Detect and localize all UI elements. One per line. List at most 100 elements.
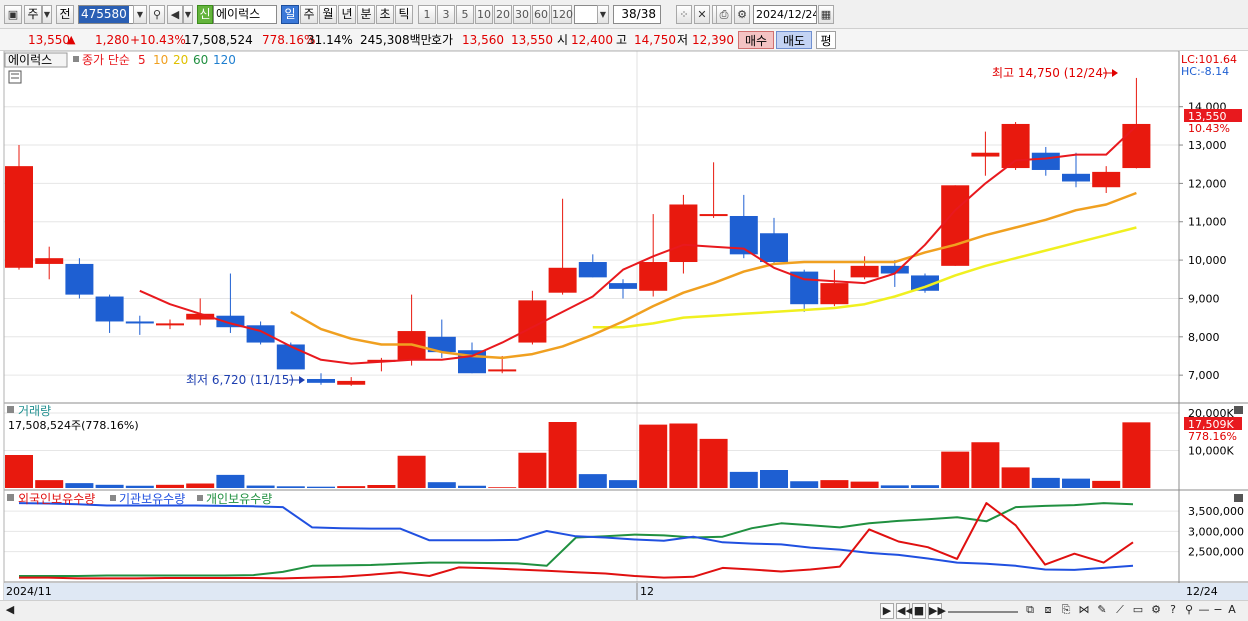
- code-dropdown-icon[interactable]: ▼: [133, 5, 147, 24]
- candle-body: [1062, 173, 1090, 182]
- rewind-icon[interactable]: ◀◀: [896, 603, 914, 619]
- interval-60-button[interactable]: 60: [532, 5, 550, 24]
- help-icon[interactable]: ?: [1166, 603, 1180, 619]
- zoom-icon[interactable]: ⚲: [1182, 603, 1196, 619]
- speaker-icon[interactable]: ◀: [167, 5, 183, 24]
- period-5-button[interactable]: 분: [357, 5, 375, 24]
- chart-navigation-bar: ◀ ▶ ◀◀ ■ ▶▶ ⧉ ⧈ ⎘ ⋈ ✎ ⟋ ▭ ⚙ ? ⚲ — − A: [0, 600, 1248, 621]
- main-toolbar: ▣ 주 ▼ 전 475580 ▼ ⚲ ◀ ▼ 신 에이럭스 일주월년분초틱 13…: [0, 0, 1248, 29]
- interval-20-button[interactable]: 20: [494, 5, 512, 24]
- calendar-icon[interactable]: ▦: [818, 5, 834, 24]
- gear-icon[interactable]: ⚙: [734, 5, 750, 24]
- stock-chart[interactable]: 14,00013,00012,00011,00010,0009,0008,000…: [0, 51, 1248, 600]
- period-4-button[interactable]: 년: [338, 5, 356, 24]
- stop-icon[interactable]: ■: [912, 603, 926, 619]
- candle-body: [609, 283, 637, 289]
- current-price: 13,550: [28, 33, 70, 47]
- volume-bar: [246, 485, 275, 488]
- period-2-button[interactable]: 주: [300, 5, 318, 24]
- copy-icon[interactable]: ⎘: [1058, 603, 1074, 619]
- holdings-tick-label: 2,500,000: [1188, 546, 1244, 559]
- tile-icon[interactable]: ⧈: [1040, 603, 1056, 619]
- scroll-left-icon[interactable]: ◀: [4, 603, 16, 619]
- candle-body: [1092, 171, 1121, 188]
- candle-body: [699, 214, 728, 217]
- period-6-button[interactable]: 초: [376, 5, 394, 24]
- interval-3-button[interactable]: 3: [437, 5, 455, 24]
- volume-panel-close-icon[interactable]: [1234, 406, 1243, 414]
- date-axis-mid: 12: [640, 585, 654, 598]
- volume-tick-label: 10,000K: [1188, 445, 1234, 458]
- interval-dropdown-icon[interactable]: ▼: [597, 5, 609, 24]
- price-tick-label: 7,000: [1188, 369, 1220, 382]
- holdings-tick-label: 3,000,000: [1188, 525, 1244, 538]
- speed-slider[interactable]: [948, 603, 1018, 613]
- bid-price: 13,550: [511, 33, 553, 47]
- candle-body: [65, 263, 94, 295]
- volume-bar: [458, 485, 486, 488]
- sell-button[interactable]: 매도: [776, 31, 812, 49]
- candle-body: [548, 267, 577, 293]
- calculator-icon[interactable]: [8, 70, 22, 84]
- interval-30-button[interactable]: 30: [513, 5, 531, 24]
- speaker-dropdown-icon[interactable]: ▼: [183, 5, 193, 24]
- interval-120-button[interactable]: 120: [551, 5, 573, 24]
- volume-pct-tag: 778.16%: [1188, 430, 1237, 443]
- price-tick-label: 13,000: [1188, 139, 1227, 152]
- holdings-panel-close-icon[interactable]: [1234, 494, 1243, 502]
- volume-bar: [911, 485, 939, 488]
- volume-bar: [5, 455, 33, 488]
- interval-10-button[interactable]: 10: [475, 5, 493, 24]
- average-button[interactable]: 평: [816, 31, 836, 49]
- stock-name-field[interactable]: 에이럭스: [213, 5, 277, 24]
- market-button[interactable]: 주: [24, 5, 42, 24]
- fast-forward-icon[interactable]: ▶▶: [928, 603, 946, 619]
- search-icon[interactable]: ⚲: [149, 5, 165, 24]
- interval-5-button[interactable]: 5: [456, 5, 474, 24]
- price-tick-label: 12,000: [1188, 177, 1227, 190]
- interval-1-button[interactable]: 1: [418, 5, 436, 24]
- candle-body: [1122, 123, 1151, 169]
- volume-bar: [1001, 467, 1030, 488]
- holdings-tick-label: 3,500,000: [1188, 505, 1244, 518]
- draw-icon[interactable]: ✎: [1094, 603, 1110, 619]
- buy-button[interactable]: 매수: [738, 31, 774, 49]
- period-3-button[interactable]: 월: [319, 5, 337, 24]
- hc-label: HC:-8.14: [1181, 65, 1229, 78]
- settings-small-icon[interactable]: ⚙: [1148, 603, 1164, 619]
- date-input[interactable]: 2024/12/24: [753, 5, 817, 24]
- zoom-window-icon[interactable]: ⧉: [1022, 603, 1038, 619]
- low-price: 12,390: [692, 33, 734, 47]
- volume-bar: [95, 484, 124, 488]
- chevron-down-icon[interactable]: ▼: [42, 5, 52, 24]
- candle-body: [156, 323, 184, 326]
- print-icon[interactable]: ⎙: [716, 5, 732, 24]
- crosshair-icon[interactable]: ✕: [694, 5, 710, 24]
- stock-code-input[interactable]: 475580: [78, 5, 134, 24]
- screen-capture-icon[interactable]: ▭: [1130, 603, 1146, 619]
- ma-legend-prefix: 종가 단순: [82, 53, 130, 67]
- low-label: 저: [677, 33, 689, 47]
- prev-button[interactable]: 전: [56, 5, 74, 24]
- period-buttons: 일주월년분초틱: [281, 5, 415, 24]
- open-price: 12,400: [571, 33, 613, 47]
- price-tick-label: 10,000: [1188, 254, 1227, 267]
- play-icon[interactable]: ▶: [880, 603, 894, 619]
- interval-select[interactable]: [574, 5, 598, 24]
- period-1-button[interactable]: 일: [281, 5, 299, 24]
- screen-layout-icon[interactable]: ▣: [4, 5, 22, 24]
- volume-bar: [548, 422, 577, 488]
- font-size-icon[interactable]: A: [1226, 603, 1238, 619]
- high-label: 고: [616, 33, 628, 47]
- candle-body: [488, 369, 517, 372]
- measure-icon[interactable]: ⟋: [1112, 603, 1128, 619]
- volume-value: 17,508,524: [184, 33, 253, 47]
- ma5-legend: 5: [138, 53, 146, 67]
- period-7-button[interactable]: 틱: [395, 5, 413, 24]
- pin-icon[interactable]: ⁘: [676, 5, 692, 24]
- magnet-icon[interactable]: ⋈: [1076, 603, 1092, 619]
- open-label: 시: [557, 33, 569, 47]
- zoom-minus-icon[interactable]: −: [1212, 603, 1224, 619]
- zoom-out-icon[interactable]: —: [1198, 603, 1210, 619]
- volume-bar: [790, 481, 819, 488]
